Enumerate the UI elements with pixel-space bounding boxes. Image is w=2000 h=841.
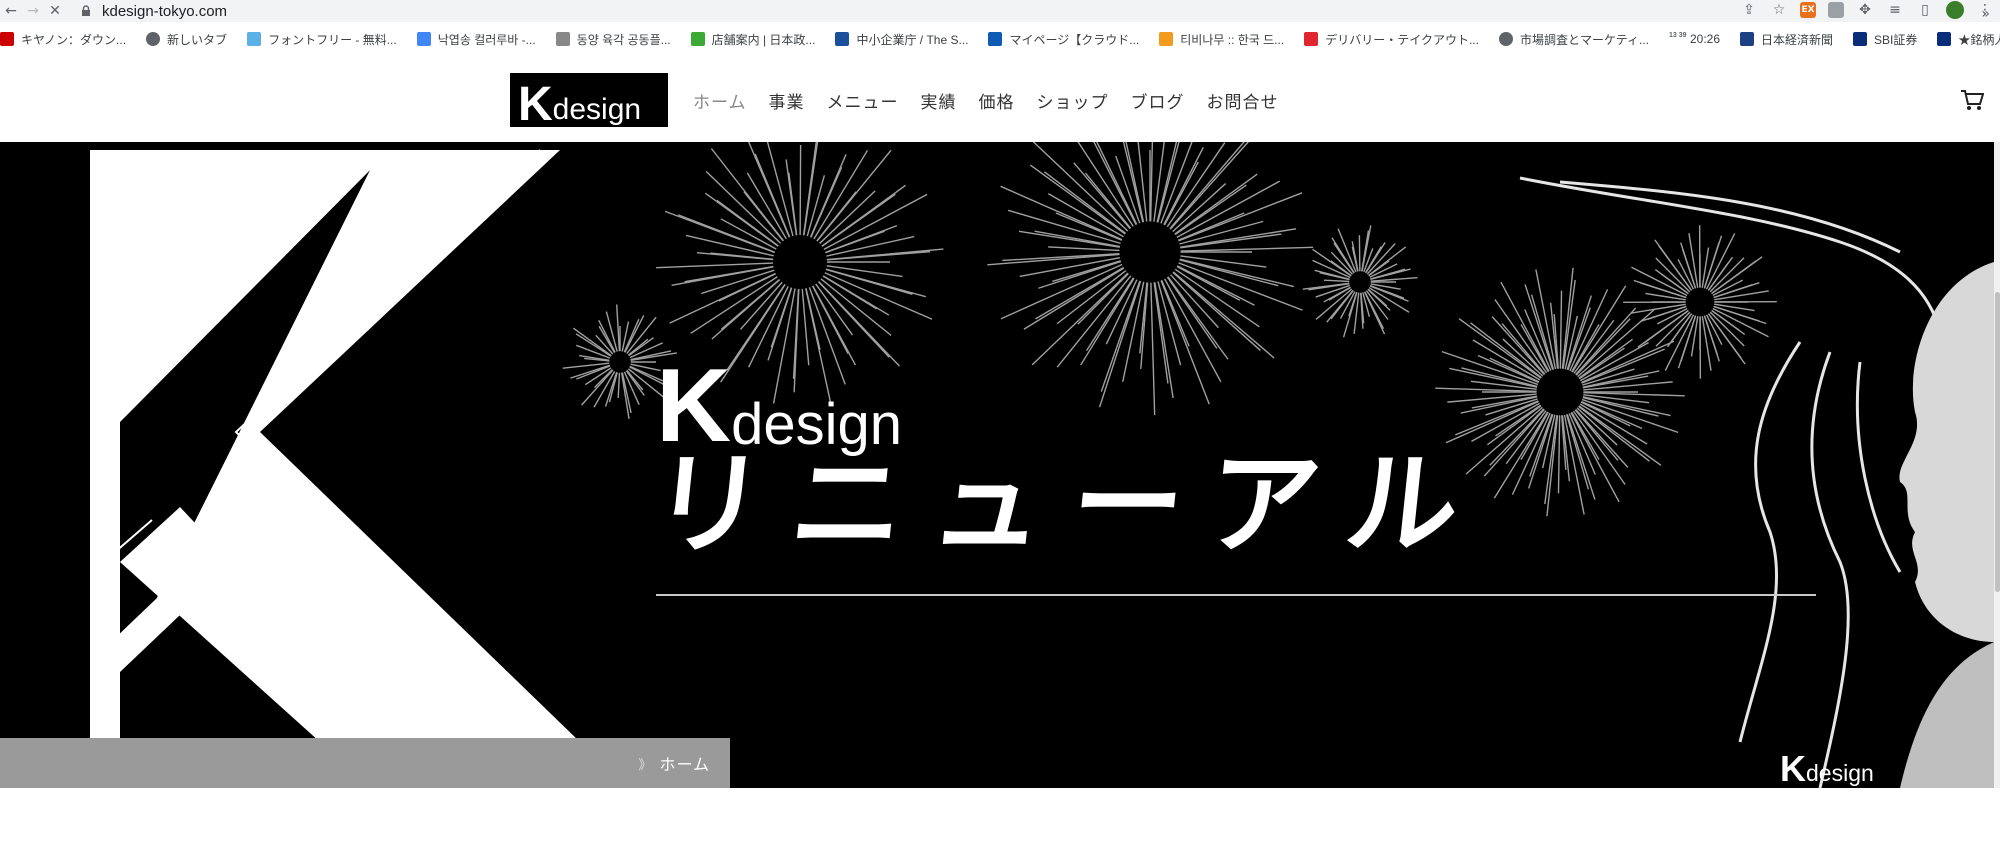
bookmark-label: 日本経済新聞	[1761, 32, 1834, 47]
globe-icon	[1498, 32, 1513, 46]
hero-title: リニューアル	[645, 440, 1494, 570]
clock-icon: 13 39	[1669, 32, 1687, 39]
tvnamu-icon	[1159, 32, 1174, 46]
breadcrumb-separator: 》	[638, 757, 652, 773]
bookmark-item[interactable]: 티비나무 :: 한국 드...	[1159, 31, 1284, 48]
bookmark-item[interactable]: 新しいタブ	[146, 31, 227, 48]
site-logo[interactable]: K design	[510, 73, 668, 131]
bookmark-item[interactable]: 낙엽송 컬러루바 -...	[416, 31, 536, 48]
hero-divider	[656, 594, 1816, 596]
bookmark-label: ★銘柄人気ランキ...	[1958, 32, 2000, 47]
extension-ex-icon[interactable]: EX	[1800, 2, 1816, 18]
lock-icon	[82, 5, 90, 16]
share-icon[interactable]: ⇪	[1740, 1, 1758, 19]
sbi-icon	[1853, 32, 1868, 46]
font-free-icon	[247, 32, 262, 46]
logo-k: K	[518, 78, 553, 131]
url-text[interactable]: kdesign-tokyo.com	[102, 3, 227, 20]
google-icon	[416, 32, 431, 46]
bookmark-label: 동양 육각 공동플...	[576, 32, 671, 47]
globe-icon	[146, 32, 161, 46]
bookmark-label: 20:26	[1690, 32, 1721, 46]
bookmark-item[interactable]: 13 39 20:26	[1669, 32, 1720, 46]
scrollbar-thumb[interactable]	[1995, 292, 2000, 592]
hero-brand-k: K	[656, 348, 732, 464]
hero-corner-logo: K design	[1780, 748, 1874, 788]
forward-arrow-icon[interactable]: →	[22, 3, 44, 19]
reading-list-icon[interactable]: ≡	[1886, 1, 1904, 19]
bookmark-item[interactable]: キヤノン：ダウン...	[0, 31, 126, 48]
bookmark-label: フォントフリー - 無料...	[268, 32, 397, 47]
nav-item-works[interactable]: 実績	[921, 88, 957, 113]
sbi-icon	[1937, 32, 1952, 46]
bookmark-item[interactable]: 店舗案内 | 日本政...	[690, 31, 816, 48]
nikkei-icon	[1740, 32, 1755, 46]
bookmark-star-icon[interactable]: ☆	[1770, 1, 1788, 19]
extensions-puzzle-icon[interactable]: ✥	[1856, 1, 1874, 19]
cw-icon	[988, 32, 1003, 46]
corner-logo-text: design	[1806, 760, 1874, 786]
meti-icon	[835, 32, 850, 46]
bookmark-label: デリバリー・テイクアウト...	[1325, 32, 1479, 47]
main-nav: ホーム 事業 メニュー 実績 価格 ショップ ブログ お問合せ	[693, 88, 1301, 113]
nav-item-price[interactable]: 価格	[979, 88, 1015, 113]
logo-text: design	[552, 93, 642, 126]
nav-item-home[interactable]: ホーム	[693, 88, 747, 113]
profile-avatar-icon[interactable]	[1946, 1, 1964, 19]
nav-item-shop[interactable]: ショップ	[1037, 88, 1109, 113]
cart-icon	[555, 32, 570, 46]
bookmarks-bar: キヤノン：ダウン... 新しいタブ フォントフリー - 無料... 낙엽송 컬러루바 …	[0, 24, 2000, 54]
breadcrumb: 》 ホーム	[0, 738, 730, 788]
side-panel-icon[interactable]: ▯	[1916, 1, 1934, 19]
bookmark-item[interactable]: SBI証券	[1853, 31, 1917, 48]
nav-item-business[interactable]: 事業	[769, 88, 805, 113]
nav-item-blog[interactable]: ブログ	[1131, 88, 1185, 113]
jfc-icon	[690, 32, 705, 46]
hero-brand-logo: K design	[656, 348, 902, 464]
extension-gray-icon[interactable]	[1828, 2, 1844, 18]
breadcrumb-home-link[interactable]: ホーム	[659, 751, 710, 775]
bookmark-item[interactable]: 市場調査とマーケティ...	[1498, 31, 1649, 48]
bookmark-label: 中小企業庁 / The S...	[856, 32, 969, 47]
browser-address-bar: ← → ✕ kdesign-tokyo.com ⇪ ☆ EX ✥ ≡ ▯ ⋮	[0, 0, 2000, 22]
nav-item-contact[interactable]: お問合せ	[1207, 88, 1279, 113]
cart-icon[interactable]	[1960, 89, 1984, 111]
demaecan-icon	[1304, 32, 1319, 46]
bookmark-item[interactable]: デリバリー・テイクアウト...	[1304, 31, 1479, 48]
bookmark-item[interactable]: 日本経済新聞	[1740, 31, 1833, 48]
bookmark-label: キヤノン：ダウン...	[21, 32, 127, 47]
bookmarks-more-icon[interactable]: »	[1981, 6, 1990, 22]
page-scrollbar[interactable]	[1994, 142, 2000, 788]
corner-logo-k: K	[1780, 748, 1806, 788]
bookmark-label: マイページ【クラウド...	[1009, 32, 1140, 47]
back-arrow-icon[interactable]: ←	[0, 3, 22, 19]
bookmark-label: 新しいタブ	[167, 32, 228, 47]
bookmark-label: 티비나무 :: 한국 드...	[1180, 32, 1285, 47]
site-header: K design ホーム 事業 メニュー 実績 価格 ショップ ブログ お問合せ	[0, 54, 2000, 142]
bookmark-item[interactable]: 中小企業庁 / The S...	[835, 31, 968, 48]
canon-icon	[0, 32, 14, 46]
bookmark-item[interactable]: マイページ【クラウド...	[988, 31, 1139, 48]
bookmark-item[interactable]: フォントフリー - 無料...	[247, 31, 397, 48]
bookmark-item[interactable]: ★銘柄人気ランキ...	[1937, 31, 2000, 48]
hero-banner: K design リニューアル K design	[0, 142, 1994, 788]
bookmark-label: 市場調査とマーケティ...	[1519, 32, 1649, 47]
bookmark-label: 店舗案内 | 日本政...	[711, 32, 816, 47]
bookmark-item[interactable]: 동양 육각 공동플...	[555, 31, 671, 48]
nav-item-menu[interactable]: メニュー	[827, 88, 899, 113]
stop-loading-icon[interactable]: ✕	[44, 3, 66, 19]
bookmark-label: 낙엽송 컬러루바 -...	[437, 32, 536, 47]
browser-toolbar-right: ⇪ ☆ EX ✥ ≡ ▯ ⋮	[1740, 1, 1994, 19]
bookmark-label: SBI証券	[1874, 32, 1918, 47]
